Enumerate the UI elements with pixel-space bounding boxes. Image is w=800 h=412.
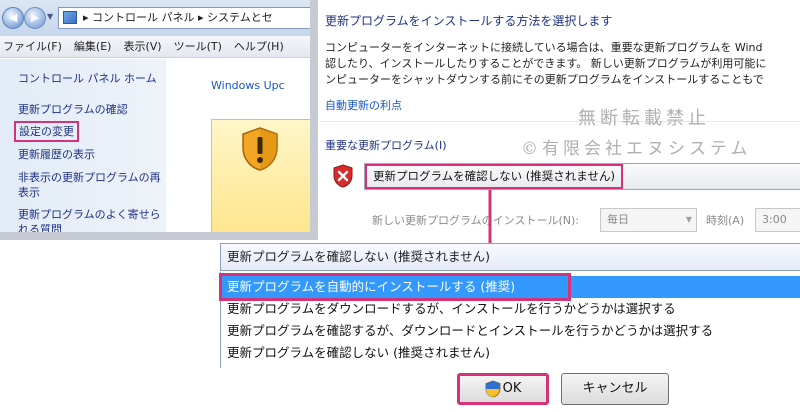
important-updates-heading: 重要な更新プログラム(I) — [325, 139, 447, 152]
menu-bar: ファイル(F) 編集(E) 表示(V) ツール(T) ヘルプ(H) — [0, 36, 310, 58]
menu-edit[interactable]: 編集(E) — [74, 36, 112, 57]
forward-arrow-icon[interactable]: ▶ — [24, 7, 46, 29]
menu-view[interactable]: 表示(V) — [123, 36, 161, 57]
description-text: コンピューターをインターネットに接続している場合は、重要な更新プログラムを Wi… — [325, 40, 800, 88]
watermark-text: 無断転載禁止 — [578, 108, 710, 129]
link-line: れる質問 — [18, 223, 62, 236]
auto-update-benefits-link[interactable]: 自動更新の利点 — [325, 97, 402, 113]
control-panel-icon — [63, 11, 77, 24]
control-panel-window: ◀ ▶ ▼ ▸ コントロール パネル ▸ システムとセ ファイル(F) 編集(E)… — [0, 0, 318, 240]
address-bar-area: ◀ ▶ ▼ ▸ コントロール パネル ▸ システムとセ — [0, 0, 310, 36]
ok-button[interactable]: OK — [457, 373, 549, 405]
selection-highlight-frame — [219, 273, 571, 301]
ok-label: OK — [502, 381, 522, 396]
error-shield-icon — [333, 164, 353, 188]
link-line: 非表示の更新プログラムの再 — [18, 171, 161, 184]
page-title: 更新プログラムをインストールする方法を選択します — [325, 14, 613, 28]
time-select[interactable]: 3:00 — [755, 208, 800, 232]
option-never-check[interactable]: 更新プログラムを確認しない (推奨されません) — [222, 342, 800, 364]
change-settings-link[interactable]: 設定の変更 — [14, 121, 79, 142]
time-value: 3:00 — [762, 213, 787, 226]
watermark-copyright: ©有限会社エヌシステム — [521, 139, 752, 159]
chevron-down-icon: ▼ — [685, 215, 692, 224]
uac-shield-icon — [485, 380, 501, 397]
dropdown-current-value[interactable]: 更新プログラムを確認しない (推奨されません) — [220, 243, 800, 271]
frequency-value: 毎日 — [607, 213, 629, 226]
history-dropdown-icon[interactable]: ▼ — [47, 12, 53, 21]
updates-faq-link[interactable]: 更新プログラムのよく寄せら れる質問 — [18, 207, 161, 236]
check-updates-link[interactable]: 更新プログラムの確認 — [18, 102, 128, 117]
windows-update-heading: Windows Upc — [211, 79, 285, 92]
description-line: ンピューターをシャットダウンする前にその更新プログラムをインストールすることもで — [325, 73, 764, 86]
status-panel — [211, 119, 310, 232]
menu-tools[interactable]: ツール(T) — [174, 36, 222, 57]
address-path: ▸ コントロール パネル ▸ システムとセ — [83, 11, 273, 24]
time-label: 時刻(A) — [706, 214, 745, 227]
description-line: コンピューターをインターネットに接続している場合は、重要な更新プログラムを Wi… — [325, 41, 763, 54]
frequency-select[interactable]: 毎日 ▼ — [600, 208, 697, 232]
back-arrow-icon[interactable]: ◀ — [2, 7, 24, 29]
divider — [320, 121, 800, 122]
menu-file[interactable]: ファイル(F) — [3, 36, 62, 57]
address-bar[interactable]: ▸ コントロール パネル ▸ システムとセ — [58, 7, 310, 29]
option-check-only[interactable]: 更新プログラムを確認するが、ダウンロードとインストールを行うかどうかは選択する — [222, 320, 800, 342]
restore-hidden-updates-link[interactable]: 非表示の更新プログラムの再 表示 — [18, 170, 161, 200]
task-pane: コントロール パネル ホーム 更新プログラムの確認 設定の変更 更新履歴の表示 … — [0, 59, 166, 236]
menu-help[interactable]: ヘルプ(H) — [234, 36, 284, 57]
warning-shield-icon — [242, 127, 278, 171]
important-updates-selected[interactable]: 更新プログラムを確認しない (推奨されません) — [365, 164, 623, 189]
link-line: 表示 — [18, 186, 40, 199]
update-option-dropdown[interactable]: 更新プログラムを確認しない (推奨されません) 更新プログラムを自動的にインスト… — [219, 243, 800, 368]
option-download-only[interactable]: 更新プログラムをダウンロードするが、インストールを行うかどうかは選択する — [222, 298, 800, 320]
cancel-button[interactable]: キャンセル — [561, 373, 669, 405]
description-line: 認したり、インストールしたりすることができます。 新しい更新プログラムが利用可能… — [325, 57, 767, 70]
link-line: 更新プログラムのよく寄せら — [18, 208, 161, 221]
update-history-link[interactable]: 更新履歴の表示 — [18, 147, 95, 162]
content-pane: Windows Upc — [166, 59, 310, 232]
control-panel-home-link[interactable]: コントロール パネル ホーム — [18, 71, 157, 86]
